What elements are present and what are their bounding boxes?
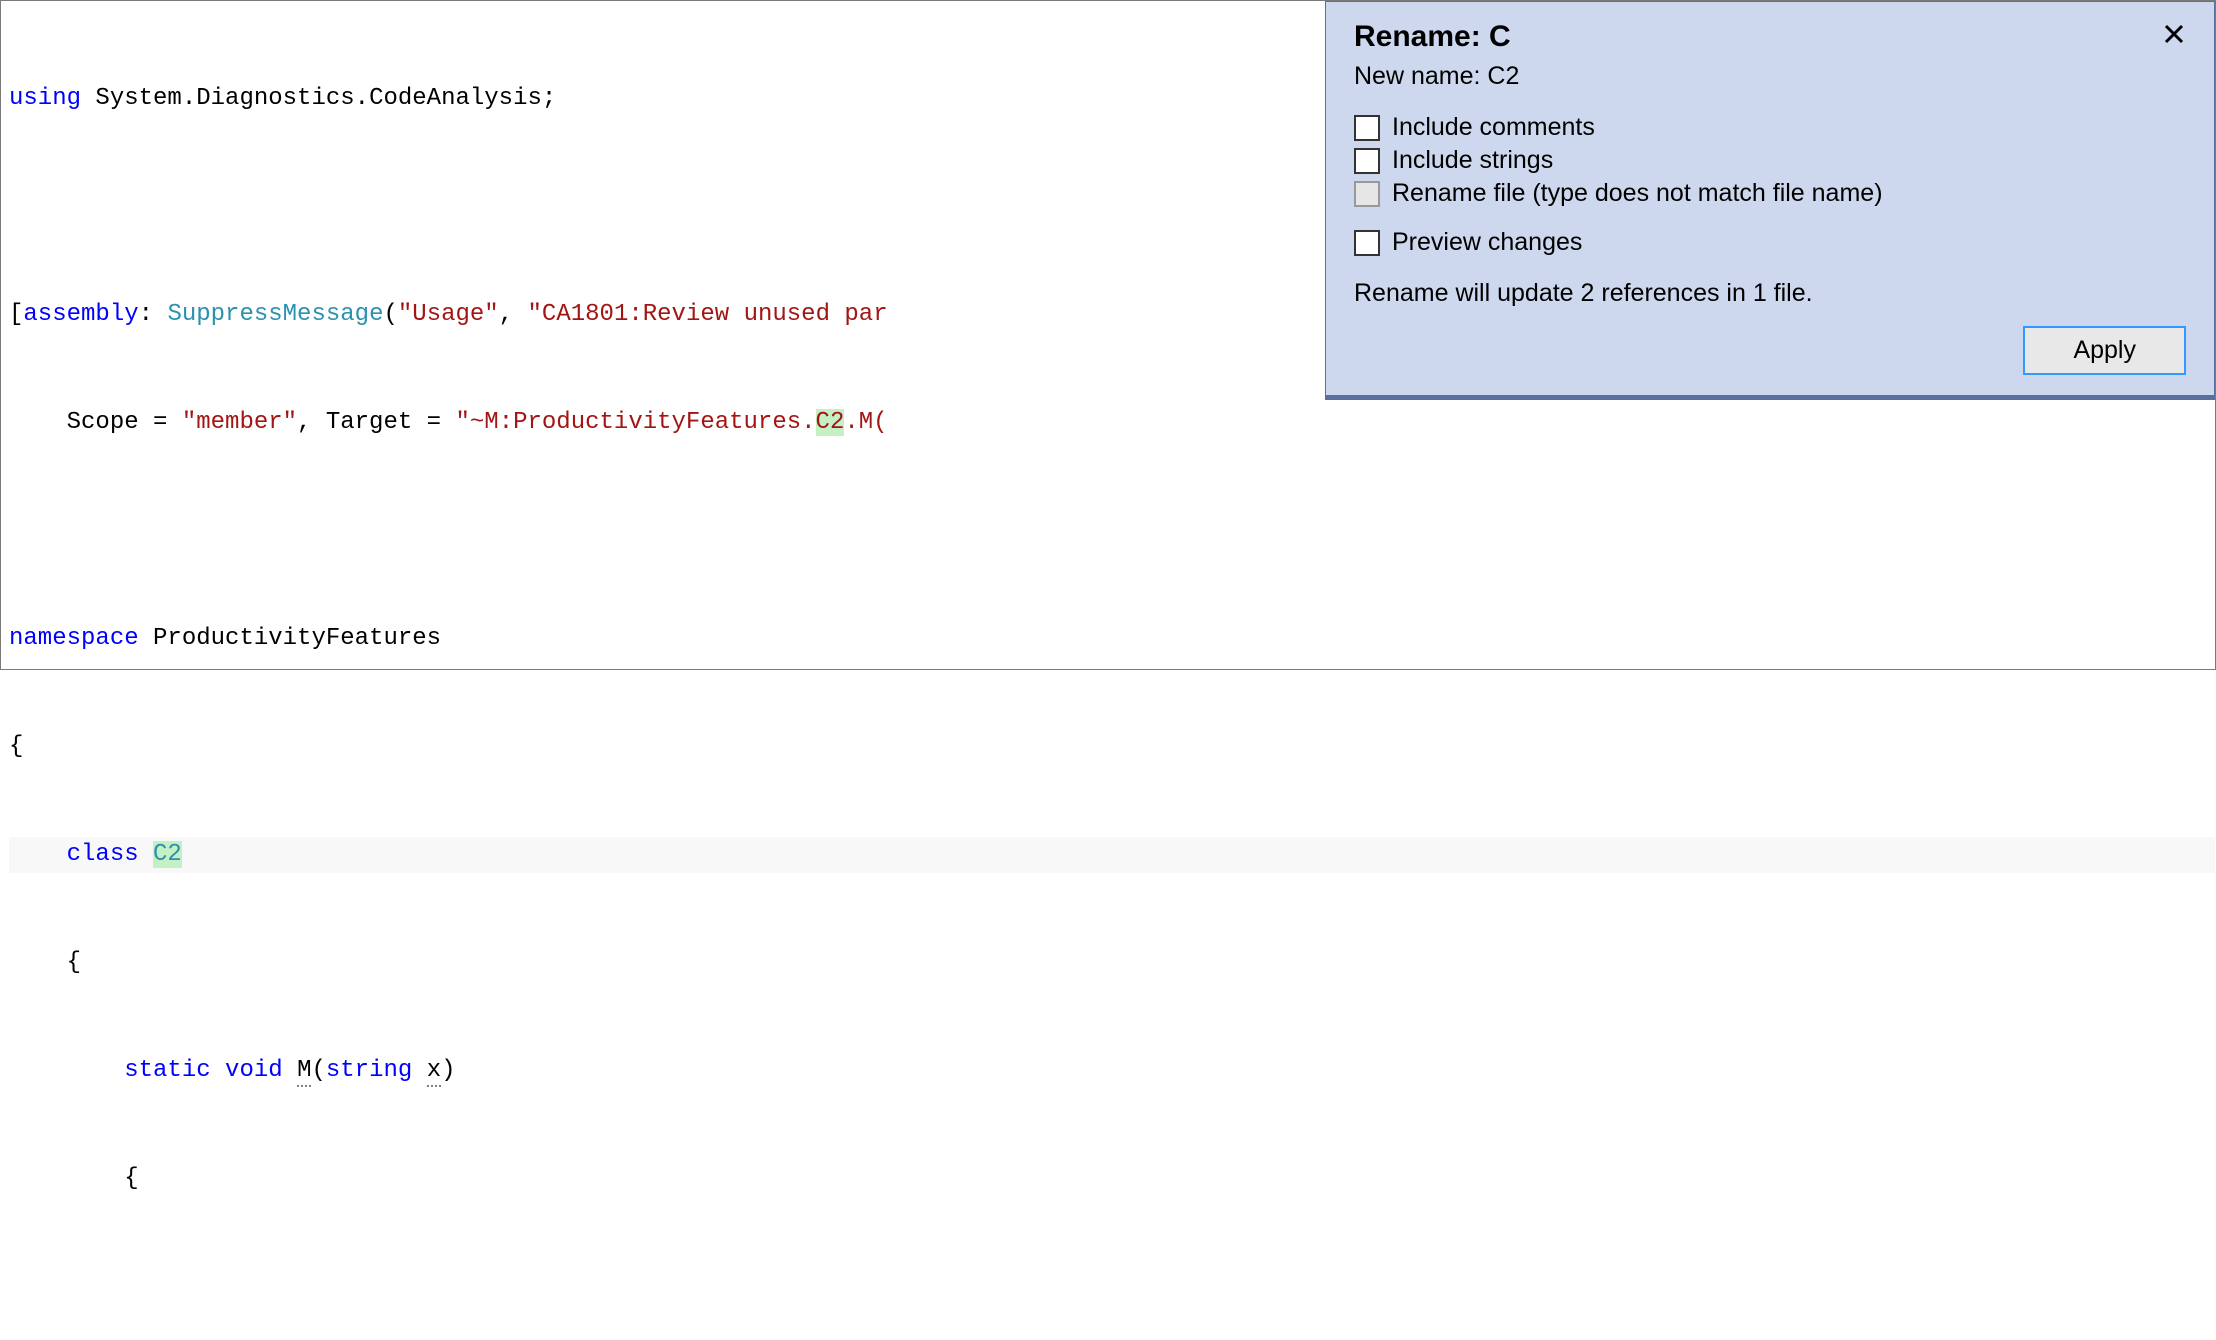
indent xyxy=(9,841,67,868)
checkbox-rename-file: Rename file (type does not match file na… xyxy=(1354,179,2186,208)
checkbox-label: Rename file (type does not match file na… xyxy=(1392,179,1883,208)
keyword-namespace: namespace xyxy=(9,625,139,652)
code-text: : xyxy=(139,301,168,328)
checkbox-icon[interactable] xyxy=(1354,148,1380,174)
keyword-assembly: assembly xyxy=(23,301,138,328)
code-line[interactable]: static void M(string x) xyxy=(9,1053,2215,1089)
keyword-static: static xyxy=(124,1057,210,1084)
code-line[interactable]: Scope = "member", Target = "~M:Productiv… xyxy=(9,405,2215,441)
checkbox-label: Preview changes xyxy=(1392,228,1582,257)
type-name: SuppressMessage xyxy=(167,301,383,328)
rename-match: C2 xyxy=(816,409,845,436)
brace: { xyxy=(9,949,81,976)
checkbox-icon[interactable] xyxy=(1354,115,1380,141)
checkbox-icon-disabled xyxy=(1354,181,1380,207)
checkbox-preview-changes[interactable]: Preview changes xyxy=(1354,228,2186,257)
code-line-empty[interactable] xyxy=(9,513,2215,549)
button-row: Apply xyxy=(1354,326,2186,375)
close-icon[interactable] xyxy=(2162,22,2186,52)
method-name: M xyxy=(297,1057,311,1087)
checkbox-group: Include comments Include strings Rename … xyxy=(1354,113,2186,208)
string-literal: "member" xyxy=(182,409,297,436)
apply-button[interactable]: Apply xyxy=(2023,326,2186,375)
comma: , xyxy=(499,301,528,328)
bracket: [ xyxy=(9,301,23,328)
namespace-name: ProductivityFeatures xyxy=(139,625,441,652)
code-line[interactable]: { xyxy=(9,729,2215,765)
param-name: x xyxy=(427,1057,441,1087)
checkbox-icon[interactable] xyxy=(1354,230,1380,256)
code-text: System.Diagnostics.CodeAnalysis; xyxy=(81,85,556,112)
code-line[interactable]: namespace ProductivityFeatures xyxy=(9,621,2215,657)
space xyxy=(139,841,153,868)
checkbox-include-strings[interactable]: Include strings xyxy=(1354,146,2186,175)
code-line[interactable]: { xyxy=(9,1161,2215,1197)
rename-target: C2 xyxy=(153,841,182,868)
code-text: Scope = xyxy=(9,409,182,436)
rename-title: Rename: C xyxy=(1354,20,1511,54)
new-name-label: New name: C2 xyxy=(1354,62,2186,91)
paren: ) xyxy=(441,1057,455,1084)
rename-status: Rename will update 2 references in 1 fil… xyxy=(1354,279,2186,308)
rename-header: Rename: C xyxy=(1354,20,2186,54)
keyword-string: string xyxy=(326,1057,412,1084)
brace: { xyxy=(9,1165,139,1192)
keyword-using: using xyxy=(9,85,81,112)
code-line-empty[interactable] xyxy=(9,1269,2215,1305)
string-literal: "CA1801:Review unused par xyxy=(528,301,888,328)
paren: ( xyxy=(383,301,397,328)
keyword-class: class xyxy=(67,841,139,868)
code-line[interactable]: { xyxy=(9,945,2215,981)
rename-panel: Rename: C New name: C2 Include comments … xyxy=(1325,1,2215,400)
keyword-void: void xyxy=(225,1057,283,1084)
string-literal: "Usage" xyxy=(398,301,499,328)
string-literal: .M( xyxy=(844,409,887,436)
indent xyxy=(9,1057,124,1084)
code-line-current[interactable]: class C2 xyxy=(9,837,2215,873)
paren: ( xyxy=(311,1057,325,1084)
checkbox-label: Include comments xyxy=(1392,113,1595,142)
checkbox-include-comments[interactable]: Include comments xyxy=(1354,113,2186,142)
space xyxy=(211,1057,225,1084)
string-literal: "~M:ProductivityFeatures. xyxy=(455,409,815,436)
space xyxy=(283,1057,297,1084)
brace: { xyxy=(9,733,23,760)
space xyxy=(412,1057,426,1084)
code-text: , Target = xyxy=(297,409,455,436)
checkbox-label: Include strings xyxy=(1392,146,1553,175)
